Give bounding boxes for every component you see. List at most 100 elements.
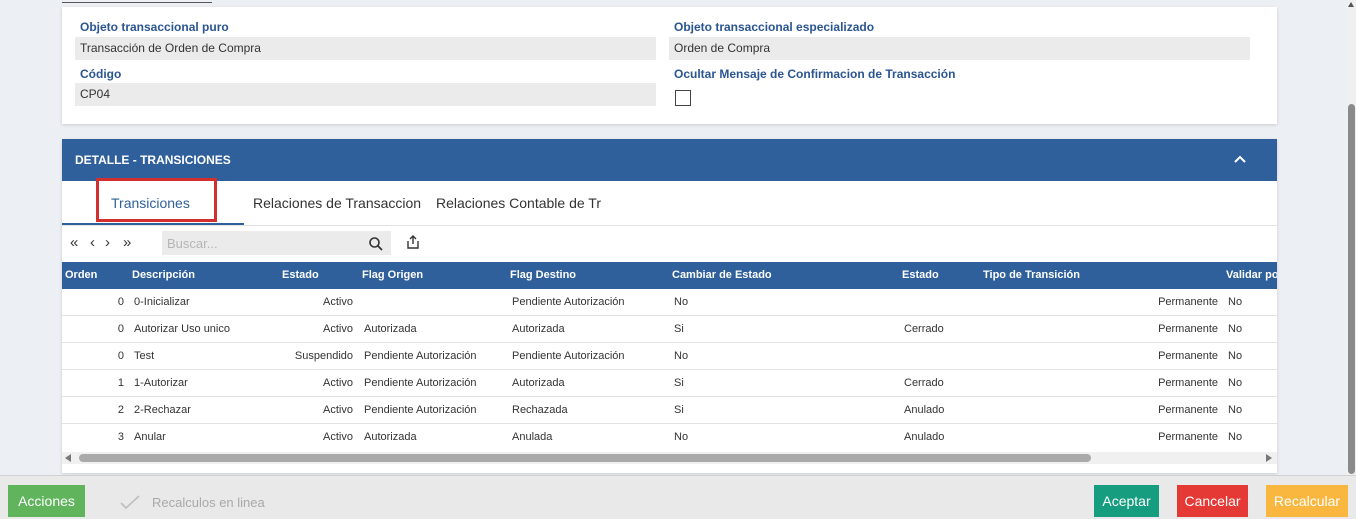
tab-relaciones-contable[interactable]: Relaciones Contable de Tr <box>436 195 611 211</box>
last-page-button[interactable]: » <box>123 235 131 251</box>
cell-orden: 0 <box>117 350 124 362</box>
hide-confirmation-checkbox[interactable] <box>675 90 691 106</box>
cell-estado: Activo <box>323 404 353 416</box>
table-row[interactable]: 0 Autorizar Uso unico Activo Autorizada Auto… <box>62 316 1277 343</box>
cancelar-button[interactable]: Cancelar <box>1177 485 1248 517</box>
cell-flag-origen: Pendiente Autorización <box>364 350 477 362</box>
column-header-estado[interactable]: Estado <box>282 269 319 281</box>
cell-orden: 0 <box>117 323 124 335</box>
scroll-right-arrow-icon[interactable] <box>1266 454 1272 462</box>
cell-estado: Activo <box>323 377 353 389</box>
cell-flag-destino: Pendiente Autorización <box>512 296 625 308</box>
cell-flag-destino: Rechazada <box>512 404 568 416</box>
column-header-cambiar-estado[interactable]: Cambiar de Estado <box>672 269 772 281</box>
code-field[interactable]: CP04 <box>75 83 656 106</box>
transitions-grid: Orden Descripción Estado Flag Origen Fla… <box>62 262 1277 450</box>
specialized-object-label: Objeto transaccional especializado <box>674 20 875 34</box>
cell-validar: No <box>1228 377 1243 389</box>
column-header-flag-destino[interactable]: Flag Destino <box>510 269 576 281</box>
cell-orden: 2 <box>117 404 124 416</box>
next-page-button[interactable]: › <box>105 235 110 251</box>
vertical-scrollbar[interactable] <box>1347 0 1356 475</box>
aceptar-button[interactable]: Aceptar <box>1094 485 1159 517</box>
cell-estado2: Cerrado <box>904 323 944 335</box>
first-page-button[interactable]: « <box>70 235 78 251</box>
search-input[interactable] <box>162 231 391 255</box>
column-header-orden[interactable]: Orden <box>65 269 97 281</box>
cell-descripcion: Test <box>134 350 155 362</box>
cell-cambiar: No <box>674 350 689 362</box>
cell-tipo: Permanente <box>1158 296 1218 308</box>
recalculos-label: Recalculos en linea <box>152 495 265 510</box>
transaction-form-card: Objeto transaccional puro Transacción de… <box>62 7 1277 124</box>
column-header-estado-2[interactable]: Estado <box>902 269 939 281</box>
hide-confirmation-label: Ocultar Mensaje de Confirmacion de Trans… <box>674 67 956 81</box>
cell-flag-destino: Anulada <box>512 431 553 443</box>
cell-descripcion: 0-Inicializar <box>134 296 190 308</box>
previous-tab-edge <box>62 0 212 3</box>
cell-flag-destino: Autorizada <box>512 377 565 389</box>
cell-orden: 1 <box>117 377 124 389</box>
cell-estado: Suspendido <box>294 350 353 362</box>
cell-flag-origen: Autorizada <box>364 323 417 335</box>
cell-tipo: Permanente <box>1158 404 1218 416</box>
grid-header: Orden Descripción Estado Flag Origen Fla… <box>62 262 1277 289</box>
detail-panel: DETALLE - TRANSICIONES Transiciones Rela… <box>62 139 1277 473</box>
cell-cambiar: Si <box>674 377 684 389</box>
cell-cambiar: Si <box>674 404 684 416</box>
cell-cambiar: No <box>674 296 689 308</box>
scroll-left-arrow-icon[interactable] <box>65 454 71 462</box>
horizontal-scroll-thumb[interactable] <box>79 454 1091 462</box>
chevron-up-icon[interactable] <box>1231 151 1249 169</box>
cell-estado: Activo <box>323 323 353 335</box>
grid-toolbar: « ‹ › » <box>62 227 1277 262</box>
column-header-tipo-transicion[interactable]: Tipo de Transición <box>983 269 1080 281</box>
table-row[interactable]: 0 0-Inicializar Activo Pendiente Autorizaci… <box>62 289 1277 316</box>
cell-orden: 3 <box>117 431 124 443</box>
cell-cambiar: No <box>674 431 689 443</box>
acciones-button[interactable]: Acciones <box>8 485 85 517</box>
cell-flag-origen: Pendiente Autorización <box>364 404 477 416</box>
column-header-descripcion[interactable]: Descripción <box>132 269 195 281</box>
cell-descripcion: Autorizar Uso unico <box>134 323 230 335</box>
bottom-action-bar: Acciones Recalculos en linea Aceptar Can… <box>0 475 1356 519</box>
top-strip <box>0 0 1356 7</box>
specialized-object-field[interactable]: Orden de Compra <box>669 37 1250 60</box>
detail-title: DETALLE - TRANSICIONES <box>75 153 231 167</box>
cell-validar: No <box>1228 350 1243 362</box>
table-row[interactable]: 1 1-Autorizar Activo Pendiente Autorización… <box>62 370 1277 397</box>
tab-highlight-box <box>96 178 217 222</box>
cell-tipo: Permanente <box>1158 350 1218 362</box>
column-header-flag-origen[interactable]: Flag Origen <box>362 269 423 281</box>
export-icon[interactable] <box>405 234 421 250</box>
prev-page-button[interactable]: ‹ <box>90 235 95 251</box>
cell-cambiar: Si <box>674 323 684 335</box>
pure-object-field[interactable]: Transacción de Orden de Compra <box>75 37 656 60</box>
cell-flag-destino: Autorizada <box>512 323 565 335</box>
check-icon[interactable] <box>119 494 141 510</box>
code-label: Código <box>80 67 122 81</box>
column-header-validar[interactable]: Validar por <box>1226 269 1277 281</box>
table-row[interactable]: 3 Anular Activo Autorizada Anulada No Anulado P… <box>62 424 1277 450</box>
cell-flag-origen: Autorizada <box>364 431 417 443</box>
pure-object-label: Objeto transaccional puro <box>80 20 229 34</box>
tab-relaciones-transaccion[interactable]: Relaciones de Transaccion <box>253 195 428 211</box>
vertical-scroll-thumb[interactable] <box>1348 104 1355 474</box>
recalcular-button[interactable]: Recalcular <box>1266 485 1348 517</box>
table-row[interactable]: 0 Test Suspendido Pendiente Autorización Pen… <box>62 343 1277 370</box>
cell-orden: 0 <box>117 296 124 308</box>
active-tab-underline <box>62 223 244 225</box>
cell-estado: Activo <box>323 296 353 308</box>
cell-flag-destino: Pendiente Autorización <box>512 350 625 362</box>
table-row[interactable]: 2 2-Rechazar Activo Pendiente Autorización R… <box>62 397 1277 424</box>
cell-flag-origen: Pendiente Autorización <box>364 377 477 389</box>
scroll-up-arrow-icon[interactable] <box>1348 2 1354 7</box>
search-icon[interactable] <box>368 236 384 252</box>
cell-descripcion: 2-Rechazar <box>134 404 191 416</box>
cell-estado: Activo <box>323 431 353 443</box>
cell-estado2: Cerrado <box>904 377 944 389</box>
cell-validar: No <box>1228 323 1243 335</box>
horizontal-scrollbar[interactable] <box>62 452 1277 464</box>
cell-validar: No <box>1228 404 1243 416</box>
cell-tipo: Permanente <box>1158 431 1218 443</box>
